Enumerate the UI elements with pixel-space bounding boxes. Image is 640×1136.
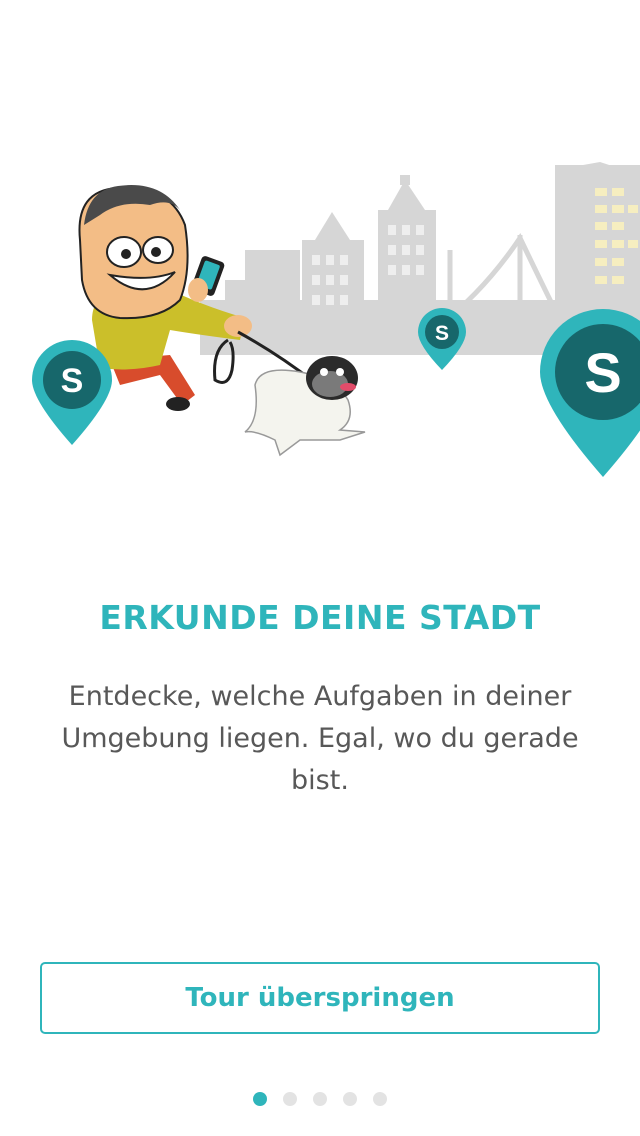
page-dot-4[interactable]: [343, 1092, 357, 1106]
svg-text:S: S: [61, 362, 84, 400]
page-dot-3[interactable]: [313, 1092, 327, 1106]
page-dot-1[interactable]: [253, 1092, 267, 1106]
page-description: Entdecke, welche Aufgaben in deiner Umge…: [61, 681, 579, 796]
location-pin-small: S: [418, 308, 466, 370]
onboarding-illustration: S S S: [32, 162, 640, 477]
location-pin-left: S: [32, 340, 112, 445]
page-title: ERKUNDE DEINE STADT: [99, 598, 541, 637]
pug-dog: [244, 356, 366, 457]
location-pin-large: S: [540, 309, 640, 477]
page-dot-5[interactable]: [373, 1092, 387, 1106]
svg-text:S: S: [584, 341, 621, 404]
page-dot-2[interactable]: [283, 1092, 297, 1106]
skip-tour-button[interactable]: Tour überspringen: [40, 962, 600, 1034]
svg-text:S: S: [435, 322, 449, 345]
page-indicator: [0, 1091, 640, 1110]
